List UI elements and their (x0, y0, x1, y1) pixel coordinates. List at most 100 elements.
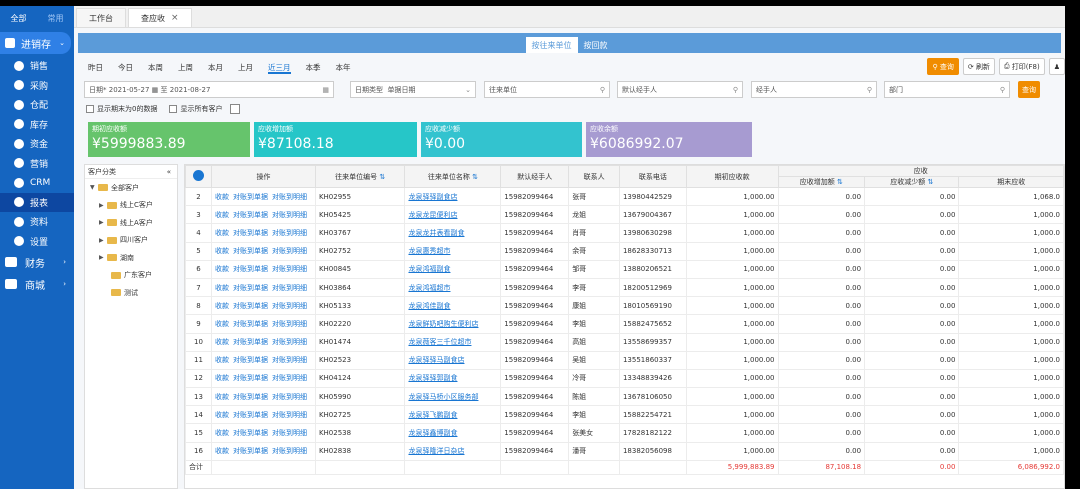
action-link[interactable]: 收款 (215, 429, 229, 437)
gear-icon[interactable] (192, 170, 204, 181)
tab-workbench[interactable]: 工作台 (76, 8, 126, 27)
calendar-icon[interactable]: ▦ (322, 86, 329, 94)
section-jxc[interactable]: 进销存 ⌄ (0, 32, 71, 54)
partner-name-link[interactable]: 龙泉驿飞鹏副食 (404, 405, 502, 425)
action-link[interactable]: 收款 (215, 320, 229, 328)
user-button[interactable]: ♟ (1048, 58, 1065, 75)
period-option[interactable]: 本周 (148, 61, 163, 74)
action-link[interactable]: 对账到明细 (272, 429, 307, 437)
partner-name-link[interactable]: 龙泉驿隆洋日杂店 (404, 441, 502, 461)
action-link[interactable]: 收款 (215, 393, 229, 401)
subtab-by-partner[interactable]: 按往来单位 (525, 37, 578, 53)
table-row[interactable]: 7 收款 对账到单据 对账到明细 KH03864 龙泉鸿福超市 15982099464 李哥 1… (185, 277, 1064, 298)
period-option[interactable]: 上周 (178, 61, 193, 74)
sidebar-item-sales[interactable]: 销售 (0, 56, 74, 76)
table-row[interactable]: 8 收款 对账到单据 对账到明细 KH05133 龙泉鸿佳副食 15982099464 康姐 1… (185, 296, 1064, 316)
partner-name-link[interactable]: 龙泉驿驿副食店 (404, 186, 502, 207)
tree-node[interactable]: ▶ 四川客户 (85, 232, 177, 250)
tab-receivable[interactable]: 查应收 × (128, 8, 192, 27)
action-link[interactable]: 收款 (215, 193, 229, 201)
action-link[interactable]: 对账到单据 (233, 393, 268, 401)
partner-name-link[interactable]: 龙泉驿鑫博副食 (404, 423, 502, 443)
table-row[interactable]: 9 收款 对账到单据 对账到明细 KH02220 龙泉鲜奶吧购生便利店 1598209946… (185, 314, 1064, 334)
sort-icon[interactable]: ⇅ (472, 173, 478, 181)
table-row[interactable]: 12 收款 对账到单据 对账到明细 KH04124 龙泉驿驿郭副食 15982099464 冷… (185, 368, 1064, 389)
action-link[interactable]: 收款 (215, 447, 229, 455)
sidebar-item-inventory[interactable]: 库存 (0, 115, 74, 135)
action-link[interactable]: 收款 (215, 338, 229, 346)
search-icon[interactable]: ⚲ (600, 86, 605, 94)
search-icon[interactable]: ⚲ (733, 86, 738, 94)
handler-input[interactable]: 经手人 ⚲ (751, 81, 877, 98)
action-link[interactable]: 对账到单据 (233, 211, 268, 219)
tab-common[interactable]: 常用 (37, 13, 74, 24)
action-link[interactable]: 收款 (215, 211, 229, 219)
action-link[interactable]: 收款 (215, 265, 229, 273)
action-link[interactable]: 收款 (215, 229, 229, 237)
table-row[interactable]: 10 收款 对账到单据 对账到明细 KH01474 龙泉薇客三千位超市 1598209946… (185, 332, 1064, 352)
table-row[interactable]: 4 收款 对账到单据 对账到明细 KH03767 龙泉龙井表看副食 15982099464 肖… (185, 223, 1064, 243)
action-link[interactable]: 收款 (215, 247, 229, 255)
action-link[interactable]: 对账到单据 (233, 229, 268, 237)
table-row[interactable]: 16 收款 对账到单据 对账到明细 KH02838 龙泉驿隆洋日杂店 15982099464… (185, 441, 1064, 461)
tab-all[interactable]: 全部 (0, 13, 37, 24)
partner-name-link[interactable]: 龙泉鸿福副食 (404, 259, 502, 279)
action-link[interactable]: 收款 (215, 302, 229, 310)
partner-name-link[interactable]: 龙泉驿驿郭副食 (404, 368, 502, 389)
action-link[interactable]: 对账到明细 (272, 393, 307, 401)
search-icon[interactable]: ⚲ (1000, 86, 1005, 94)
sidebar-item-marketing[interactable]: 营销 (0, 154, 74, 174)
tree-node[interactable]: ▼ 全部客户 (85, 179, 177, 197)
refresh-button[interactable]: ⟳ 刷新 (962, 58, 995, 75)
settings-icon[interactable] (230, 104, 241, 114)
col-name[interactable]: 往来单位名称 ⇅ (404, 165, 502, 188)
period-option[interactable]: 本年 (336, 61, 351, 74)
table-row[interactable]: 11 收款 对账到单据 对账到明细 KH02523 龙泉驿驿马副食店 15982099464… (185, 350, 1064, 370)
action-link[interactable]: 对账到单据 (233, 320, 268, 328)
period-option[interactable]: 今日 (118, 61, 133, 74)
action-link[interactable]: 对账到明细 (272, 411, 307, 419)
table-row[interactable]: 2 收款 对账到单据 对账到明细 KH02955 龙泉驿驿副食店 15982099464 张哥… (185, 186, 1064, 207)
partner-name-link[interactable]: 龙泉薇客三千位超市 (404, 332, 502, 352)
action-link[interactable]: 对账到单据 (233, 247, 268, 255)
period-option[interactable]: 上月 (238, 61, 253, 74)
tree-node[interactable]: 广东客户 (85, 267, 177, 285)
col-decrease[interactable]: 应收减少额 ⇅ (864, 176, 960, 188)
period-option[interactable]: 昨日 (88, 61, 103, 74)
partner-input[interactable]: 往来单位 ⚲ (484, 81, 610, 98)
sidebar-item-crm[interactable]: CRM (0, 173, 74, 193)
group-finance[interactable]: 财务 › (0, 251, 74, 273)
sidebar-item-warehouse[interactable]: 仓配 (0, 95, 74, 115)
sort-icon[interactable]: ⇅ (837, 178, 843, 186)
search-icon[interactable]: ⚲ (867, 86, 872, 94)
action-link[interactable]: 对账到单据 (233, 429, 268, 437)
close-icon[interactable]: × (171, 13, 179, 23)
action-link[interactable]: 对账到单据 (233, 411, 268, 419)
table-row[interactable]: 14 收款 对账到单据 对账到明细 KH02725 龙泉驿飞鹏副食 15982099464 李… (185, 405, 1064, 425)
col-increase[interactable]: 应收增加额 ⇅ (777, 176, 866, 188)
tree-node[interactable]: 测试 (85, 284, 177, 302)
group-mall[interactable]: 商城 › (0, 273, 74, 295)
print-button[interactable]: ⎙ 打印(F8) (998, 58, 1045, 75)
dept-input[interactable]: 部门 ⚲ (884, 81, 1010, 98)
sidebar-item-data[interactable]: 资料 (0, 212, 74, 232)
table-row[interactable]: 5 收款 对账到单据 对账到明细 KH02752 龙泉惠秀超市 15982099464 余哥 1… (185, 241, 1064, 261)
sidebar-item-report[interactable]: 报表 (0, 192, 74, 212)
caret-right-icon[interactable]: ▶ (99, 237, 107, 244)
action-link[interactable]: 对账到明细 (272, 320, 307, 328)
date-to[interactable]: 2021-08-27 (170, 86, 211, 94)
action-link[interactable]: 对账到单据 (233, 374, 268, 382)
partner-name-link[interactable]: 龙泉驿驿马副食店 (404, 350, 502, 370)
grid-settings[interactable] (185, 165, 212, 188)
partner-name-link[interactable]: 龙泉龙昆便利店 (404, 205, 502, 225)
action-link[interactable]: 对账到明细 (272, 247, 307, 255)
action-link[interactable]: 对账到明细 (272, 302, 307, 310)
table-row[interactable]: 6 收款 对账到单据 对账到明细 KH00845 龙泉鸿福副食 15982099464 邹哥 1… (185, 259, 1064, 279)
action-link[interactable]: 对账到单据 (233, 447, 268, 455)
action-link[interactable]: 对账到明细 (272, 374, 307, 382)
action-link[interactable]: 对账到明细 (272, 338, 307, 346)
action-link[interactable]: 对账到明细 (272, 356, 307, 364)
period-option[interactable]: 本季 (306, 61, 321, 74)
query-button[interactable]: ⚲ 查询 (927, 58, 959, 75)
partner-name-link[interactable]: 龙泉鲜奶吧购生便利店 (404, 314, 502, 334)
